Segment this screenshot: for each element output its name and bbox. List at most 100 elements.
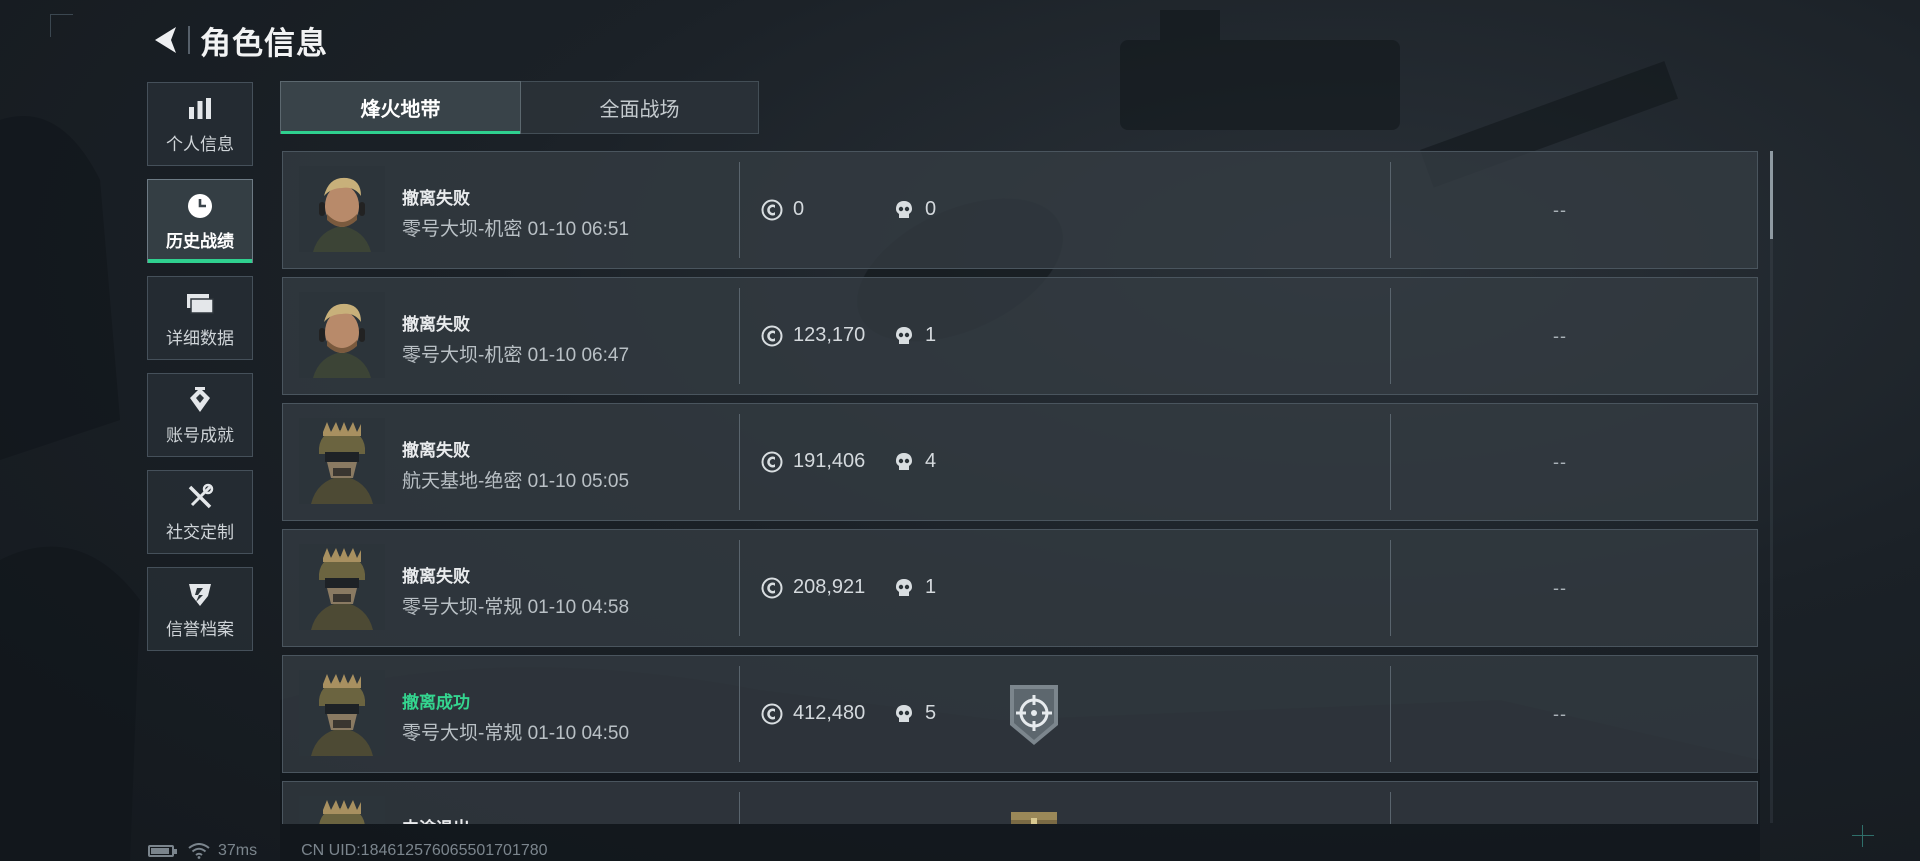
medal-icon xyxy=(185,385,215,415)
kills-stat: 0 xyxy=(893,198,936,221)
loot-value: 191,406 xyxy=(793,450,866,472)
sidebar-item-personal-info[interactable]: 个人信息 xyxy=(147,82,253,166)
loot-value: 0 xyxy=(793,198,805,220)
sidebar: 个人信息 历史战绩 详细数据 账号成就 社交定制 信誉档案 xyxy=(147,82,257,664)
loot-value-stat: 191,406 xyxy=(761,450,865,473)
sidebar-item-detailed-data[interactable]: 详细数据 xyxy=(147,276,253,360)
loot-value: 208,921 xyxy=(793,576,866,598)
column-divider xyxy=(739,288,740,384)
kill-count: 4 xyxy=(925,450,937,472)
kills-stat: 4 xyxy=(893,450,936,473)
coin-icon xyxy=(761,199,783,221)
skull-icon xyxy=(893,451,915,473)
loot-value-stat: 123,170 xyxy=(761,324,865,347)
match-row[interactable]: 撤离成功 零号大坝-常规 01-10 04:50 412,480 5 -- xyxy=(282,655,1758,773)
battery-level-fill xyxy=(151,848,169,854)
extra-info: -- xyxy=(1553,578,1567,598)
extraction-status: 撤离失败 xyxy=(402,441,470,460)
chest-badge-icon xyxy=(1011,812,1057,824)
player-uid: CN UID:1846125760655017017​80 xyxy=(301,842,548,859)
loot-value: 123,170 xyxy=(793,324,866,346)
header-divider xyxy=(188,26,190,54)
extra-info: -- xyxy=(1553,704,1567,724)
coin-icon xyxy=(761,325,783,347)
column-divider xyxy=(739,414,740,510)
column-divider xyxy=(1390,792,1391,824)
extraction-status: 撤离成功 xyxy=(402,693,470,712)
column-divider xyxy=(739,792,740,824)
kill-count: 1 xyxy=(925,324,937,346)
tab-hazard-zone[interactable]: 烽火地带 xyxy=(280,81,521,134)
extraction-status: 撤离失败 xyxy=(402,567,470,586)
back-arrow-icon xyxy=(155,27,176,53)
column-divider xyxy=(739,540,740,636)
sidebar-item-match-history[interactable]: 历史战绩 xyxy=(147,179,253,263)
bar-chart-icon xyxy=(185,94,215,124)
loot-value-stat: 208,921 xyxy=(761,576,865,599)
map-and-time: 零号大坝-常规 01-10 04:58 xyxy=(402,597,630,618)
sidebar-item-reputation[interactable]: 信誉档案 xyxy=(147,567,253,651)
kill-count: 0 xyxy=(925,198,937,220)
map-and-time: 零号大坝-机密 01-10 06:47 xyxy=(402,345,630,366)
match-row[interactable]: 撤离失败 零号大坝-常规 01-10 04:58 208,921 1 -- xyxy=(282,529,1758,647)
operator-avatar xyxy=(299,796,385,824)
skull-icon xyxy=(893,577,915,599)
column-divider xyxy=(1390,540,1391,636)
crosshair-shield-badge-icon xyxy=(1010,685,1058,745)
kills-stat: 1 xyxy=(893,576,936,599)
shield-emblem-icon xyxy=(185,579,215,609)
sidebar-item-label: 信誉档案 xyxy=(166,619,234,639)
page-header: 角色信息 xyxy=(148,18,328,62)
skull-icon xyxy=(893,325,915,347)
map-and-time: 零号大坝-机密 01-10 06:51 xyxy=(402,219,630,240)
cards-icon xyxy=(185,288,215,318)
operator-avatar xyxy=(299,418,385,504)
corner-frame-mark xyxy=(50,14,73,37)
list-scrollbar[interactable] xyxy=(1770,151,1773,823)
coin-icon xyxy=(761,577,783,599)
wifi-icon xyxy=(188,843,210,859)
extraction-status: 撤离失败 xyxy=(402,189,470,208)
operator-avatar xyxy=(299,166,385,252)
kills-stat: 1 xyxy=(893,324,936,347)
sidebar-item-social-custom[interactable]: 社交定制 xyxy=(147,470,253,554)
tab-full-battlefield[interactable]: 全面战场 xyxy=(521,81,759,134)
sidebar-item-label: 账号成就 xyxy=(166,425,234,445)
extra-info: -- xyxy=(1553,452,1567,472)
extraction-status: 撤离失败 xyxy=(402,315,470,334)
tools-icon xyxy=(185,482,215,512)
kills-stat: 5 xyxy=(893,702,936,725)
sidebar-item-label: 历史战绩 xyxy=(166,231,234,251)
match-row[interactable]: 中途退出 xyxy=(282,781,1758,824)
sidebar-item-achievements[interactable]: 账号成就 xyxy=(147,373,253,457)
match-row[interactable]: 撤离失败 航天基地-绝密 01-10 05:05 191,406 4 -- xyxy=(282,403,1758,521)
sidebar-item-label: 详细数据 xyxy=(166,328,234,348)
operator-avatar xyxy=(299,292,385,378)
map-and-time: 零号大坝-常规 01-10 04:50 xyxy=(402,723,630,744)
scrollbar-thumb[interactable] xyxy=(1770,151,1773,239)
loot-value-stat: 0 xyxy=(761,198,804,221)
column-divider xyxy=(1390,162,1391,258)
sidebar-item-label: 个人信息 xyxy=(166,134,234,154)
extraction-status: 中途退出 xyxy=(402,814,470,824)
corner-crosshair-mark xyxy=(1852,825,1874,847)
kill-count: 1 xyxy=(925,576,937,598)
extra-info: -- xyxy=(1553,200,1567,220)
back-button[interactable] xyxy=(148,20,182,60)
battery-icon xyxy=(148,845,177,857)
loot-value-stat: 412,480 xyxy=(761,702,865,725)
column-divider xyxy=(1390,666,1391,762)
map-and-time: 航天基地-绝密 01-10 05:05 xyxy=(402,471,630,492)
loot-value: 412,480 xyxy=(793,702,866,724)
page-title: 角色信息 xyxy=(200,25,328,61)
ping-value: 37ms xyxy=(218,842,258,859)
match-row[interactable]: 撤离失败 零号大坝-机密 01-10 06:47 123,170 1 -- xyxy=(282,277,1758,395)
status-footer: 37ms CN UID:1846125760655017017​80 xyxy=(148,842,548,860)
kill-count: 5 xyxy=(925,702,937,724)
sidebar-item-label: 社交定制 xyxy=(166,522,234,542)
clock-icon xyxy=(185,191,215,221)
column-divider xyxy=(1390,414,1391,510)
skull-icon xyxy=(893,703,915,725)
column-divider xyxy=(739,162,740,258)
match-row[interactable]: 撤离失败 零号大坝-机密 01-10 06:51 0 0 -- xyxy=(282,151,1758,269)
